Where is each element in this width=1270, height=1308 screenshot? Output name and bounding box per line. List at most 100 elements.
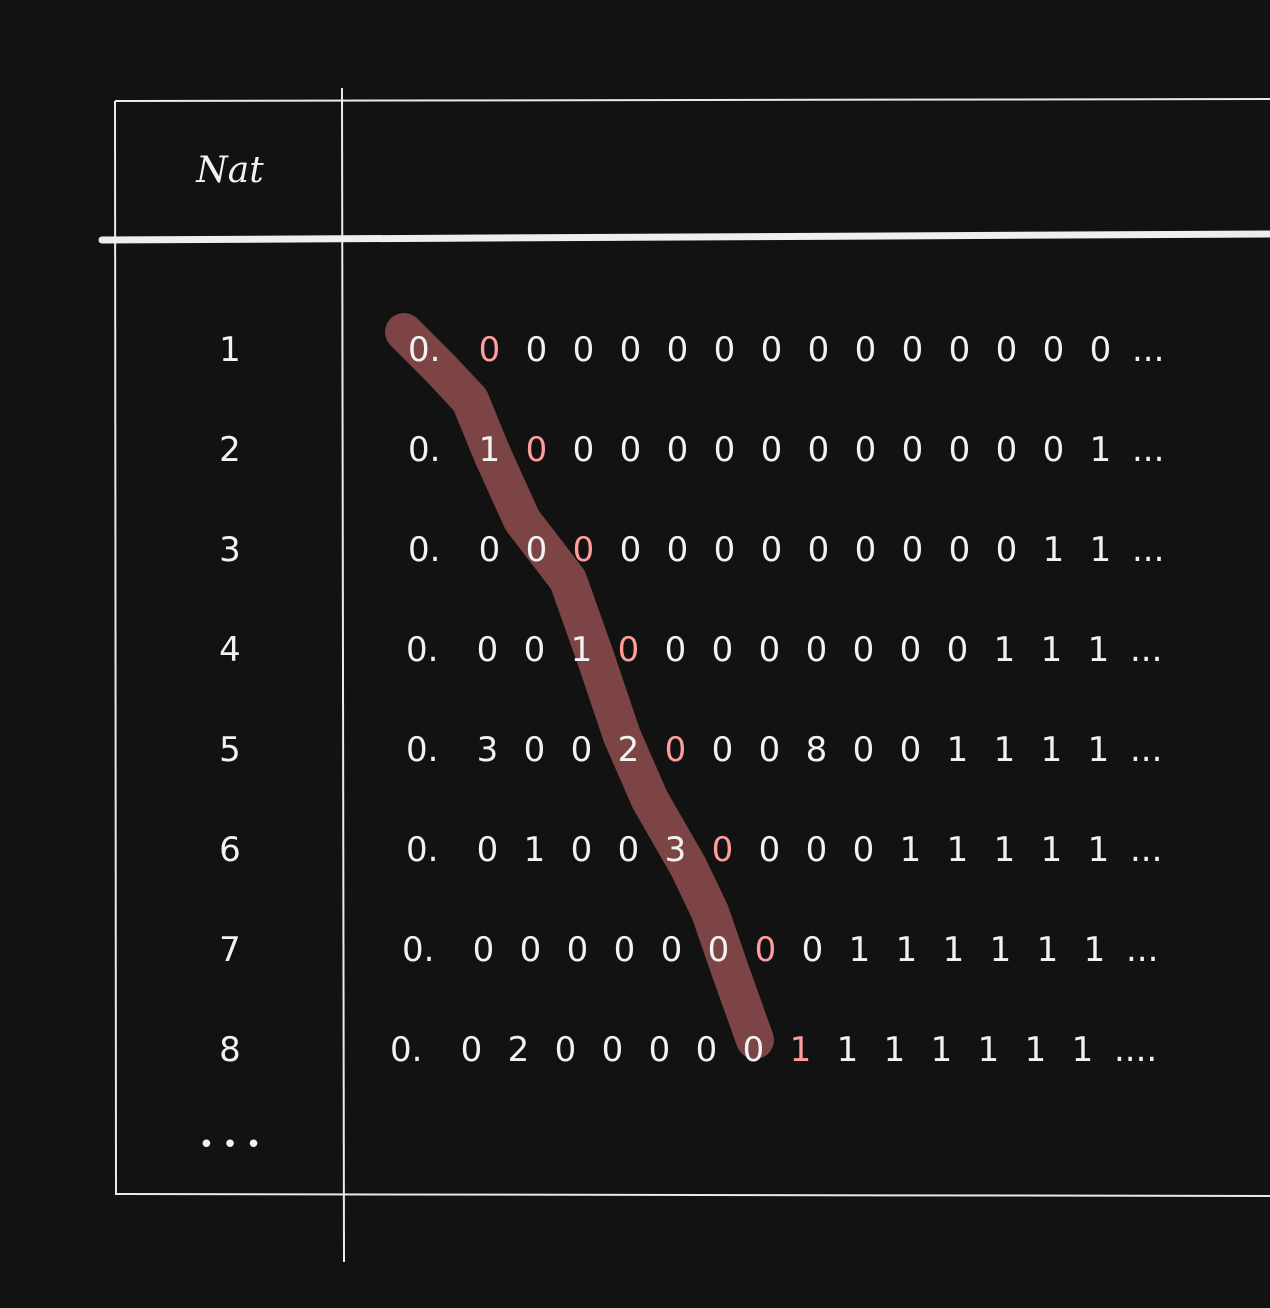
digit: 0 <box>570 830 593 870</box>
digit: 0 <box>758 730 781 770</box>
digit: 1 <box>1024 1030 1047 1070</box>
row-ellipsis: ... <box>1130 830 1163 870</box>
digit: 1 <box>1089 530 1112 570</box>
digit: 0 <box>948 330 971 370</box>
expansion-row-1: 0. 0 0 0 0 0 0 0 0 0 0 0 0 0 0... <box>408 330 1164 370</box>
digit: 2 <box>617 730 640 770</box>
digit: 3 <box>664 830 687 870</box>
digit: 0 <box>572 430 595 470</box>
frame-top-line <box>114 98 1270 102</box>
nat-value-6: 6 <box>219 830 241 870</box>
row-ellipsis: ... <box>1130 730 1163 770</box>
nat-value-3: 3 <box>219 530 241 570</box>
digit: 1 <box>478 430 501 470</box>
digit: 2 <box>507 1030 530 1070</box>
digit: 0 <box>760 330 783 370</box>
digit: 0 <box>1042 430 1065 470</box>
digit: 1 <box>1042 530 1065 570</box>
digit: 0 <box>742 1030 765 1070</box>
expansion-row-4: 0. 0 0 1 0 0 0 0 0 0 0 0 1 1 1... <box>406 630 1162 670</box>
digit: 0 <box>523 730 546 770</box>
digit: 0 <box>695 1030 718 1070</box>
digit: 0 <box>852 730 875 770</box>
digit: 0 <box>525 530 548 570</box>
digit: 0 <box>801 930 824 970</box>
decimal-prefix: 0. <box>408 430 441 470</box>
digit: 0 <box>525 330 548 370</box>
column-divider-line <box>341 87 345 1263</box>
row-ellipsis: ... <box>1130 630 1163 670</box>
digit: 1 <box>942 930 965 970</box>
diagonal-digit: 0 <box>525 430 548 470</box>
digit: 0 <box>523 630 546 670</box>
row-ellipsis: ... <box>1132 530 1165 570</box>
digit: 0 <box>664 630 687 670</box>
expansion-row-3: 0. 0 0 0 0 0 0 0 0 0 0 0 0 1 1... <box>408 530 1164 570</box>
digit: 1 <box>1087 630 1110 670</box>
decimal-prefix: 0. <box>408 330 441 370</box>
decimal-prefix: 0. <box>402 930 435 970</box>
digit: 0 <box>899 630 922 670</box>
expansion-row-5: 0. 3 0 0 2 0 0 0 8 0 0 1 1 1 1... <box>406 730 1162 770</box>
nat-value-1: 1 <box>219 330 241 370</box>
digit: 8 <box>805 730 828 770</box>
digit: 0 <box>566 930 589 970</box>
digit: 0 <box>948 430 971 470</box>
decimal-prefix: 0. <box>406 630 439 670</box>
digit: 0 <box>854 530 877 570</box>
digit: 0 <box>1042 330 1065 370</box>
decimal-prefix: 0. <box>406 730 439 770</box>
digit: 0 <box>666 530 689 570</box>
digit: 1 <box>1040 730 1063 770</box>
digit: 0 <box>758 630 781 670</box>
digit: 0 <box>478 530 501 570</box>
digit: 0 <box>619 530 642 570</box>
digit: 1 <box>993 830 1016 870</box>
digit: 0 <box>648 1030 671 1070</box>
digit: 1 <box>523 830 546 870</box>
digit: 0 <box>476 830 499 870</box>
digit: 1 <box>930 1030 953 1070</box>
digit: 0 <box>476 630 499 670</box>
nat-column-header: Nat <box>196 150 264 191</box>
digit: 0 <box>995 530 1018 570</box>
digit: 1 <box>848 930 871 970</box>
digit: 0 <box>995 430 1018 470</box>
digit: 0 <box>554 1030 577 1070</box>
digit: 0 <box>619 430 642 470</box>
digit: 0 <box>854 430 877 470</box>
digit: 0 <box>460 1030 483 1070</box>
digit: 0 <box>666 430 689 470</box>
digit: 0 <box>570 730 593 770</box>
diagonal-digit: 1 <box>789 1030 812 1070</box>
digit: 0 <box>713 530 736 570</box>
digit: 0 <box>852 830 875 870</box>
nat-value-2: 2 <box>219 430 241 470</box>
digit: 0 <box>854 330 877 370</box>
digit: 0 <box>601 1030 624 1070</box>
digit: 0 <box>807 330 830 370</box>
digit: 1 <box>946 730 969 770</box>
digit: 1 <box>977 1030 1000 1070</box>
digit: 1 <box>1087 730 1110 770</box>
digit: 1 <box>1087 830 1110 870</box>
diagonal-digit: 0 <box>617 630 640 670</box>
digit: 0 <box>948 530 971 570</box>
digit: 1 <box>993 630 1016 670</box>
digit: 0 <box>899 730 922 770</box>
diagonal-digit: 0 <box>478 330 501 370</box>
digit: 0 <box>760 430 783 470</box>
digit: 0 <box>1089 330 1112 370</box>
nat-value-5: 5 <box>219 730 241 770</box>
digit: 0 <box>807 430 830 470</box>
digit: 1 <box>1040 830 1063 870</box>
decimal-prefix: 0. <box>408 530 441 570</box>
digit: 0 <box>946 630 969 670</box>
decimal-prefix: 0. <box>406 830 439 870</box>
header-separator-line <box>98 230 1270 244</box>
digit: 0 <box>613 930 636 970</box>
nat-value-7: 7 <box>219 930 241 970</box>
digit: 1 <box>1036 930 1059 970</box>
decimal-prefix: 0. <box>390 1030 423 1070</box>
row-ellipsis: .... <box>1114 1030 1158 1070</box>
